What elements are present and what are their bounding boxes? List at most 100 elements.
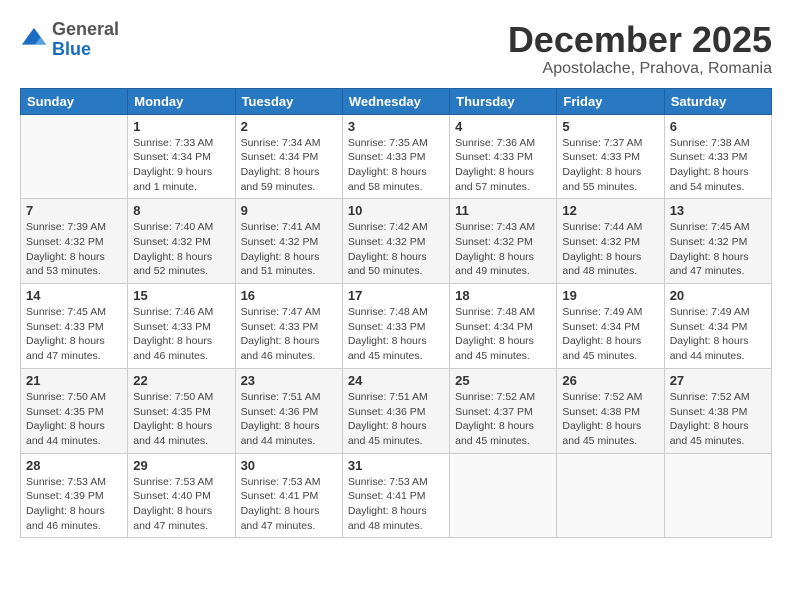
- day-number: 24: [348, 373, 444, 388]
- day-number: 11: [455, 203, 551, 218]
- day-info: Sunrise: 7:34 AMSunset: 4:34 PMDaylight:…: [241, 136, 337, 195]
- header-day-saturday: Saturday: [664, 88, 771, 114]
- day-info: Sunrise: 7:45 AMSunset: 4:33 PMDaylight:…: [26, 305, 122, 364]
- calendar-cell: 16 Sunrise: 7:47 AMSunset: 4:33 PMDayligh…: [235, 284, 342, 369]
- day-info: Sunrise: 7:47 AMSunset: 4:33 PMDaylight:…: [241, 305, 337, 364]
- day-number: 5: [562, 119, 658, 134]
- logo-general-text: General: [52, 19, 119, 39]
- calendar-cell: 26Sunrise: 7:52 AMSunset: 4:38 PMDayligh…: [557, 368, 664, 453]
- calendar-cell: [450, 453, 557, 538]
- calendar-cell: 28 Sunrise: 7:53 AMSunset: 4:39 PMDayligh…: [21, 453, 128, 538]
- day-info: Sunrise: 7:51 AMSunset: 4:36 PMDaylight:…: [241, 390, 337, 449]
- week-row-3: 14 Sunrise: 7:45 AMSunset: 4:33 PMDayligh…: [21, 284, 772, 369]
- month-title: December 2025: [508, 20, 772, 60]
- day-info: Sunrise: 7:52 AMSunset: 4:37 PMDaylight:…: [455, 390, 551, 449]
- day-info: Sunrise: 7:36 AMSunset: 4:33 PMDaylight:…: [455, 136, 551, 195]
- calendar-cell: 2 Sunrise: 7:34 AMSunset: 4:34 PMDaylight…: [235, 114, 342, 199]
- header-day-tuesday: Tuesday: [235, 88, 342, 114]
- day-info: Sunrise: 7:41 AMSunset: 4:32 PMDaylight:…: [241, 220, 337, 279]
- calendar-cell: 8Sunrise: 7:40 AMSunset: 4:32 PMDaylight…: [128, 199, 235, 284]
- day-info: Sunrise: 7:38 AMSunset: 4:33 PMDaylight:…: [670, 136, 766, 195]
- day-number: 28: [26, 458, 122, 473]
- day-number: 3: [348, 119, 444, 134]
- location-text: Apostolache, Prahova, Romania: [508, 60, 772, 78]
- calendar-cell: 5 Sunrise: 7:37 AMSunset: 4:33 PMDaylight…: [557, 114, 664, 199]
- day-info: Sunrise: 7:40 AMSunset: 4:32 PMDaylight:…: [133, 220, 229, 279]
- header-day-wednesday: Wednesday: [342, 88, 449, 114]
- calendar-cell: 30 Sunrise: 7:53 AMSunset: 4:41 PMDayligh…: [235, 453, 342, 538]
- day-info: Sunrise: 7:51 AMSunset: 4:36 PMDaylight:…: [348, 390, 444, 449]
- day-number: 23: [241, 373, 337, 388]
- calendar-cell: 14 Sunrise: 7:45 AMSunset: 4:33 PMDayligh…: [21, 284, 128, 369]
- calendar-cell: [21, 114, 128, 199]
- calendar-cell: 18Sunrise: 7:48 AMSunset: 4:34 PMDayligh…: [450, 284, 557, 369]
- header-row: SundayMondayTuesdayWednesdayThursdayFrid…: [21, 88, 772, 114]
- header-day-monday: Monday: [128, 88, 235, 114]
- day-info: Sunrise: 7:37 AMSunset: 4:33 PMDaylight:…: [562, 136, 658, 195]
- day-number: 29: [133, 458, 229, 473]
- day-number: 9: [241, 203, 337, 218]
- calendar-cell: [557, 453, 664, 538]
- day-number: 7: [26, 203, 122, 218]
- calendar-cell: 6 Sunrise: 7:38 AMSunset: 4:33 PMDaylight…: [664, 114, 771, 199]
- day-number: 20: [670, 288, 766, 303]
- day-number: 30: [241, 458, 337, 473]
- header-day-thursday: Thursday: [450, 88, 557, 114]
- day-info: Sunrise: 7:50 AMSunset: 4:35 PMDaylight:…: [26, 390, 122, 449]
- week-row-1: 1 Sunrise: 7:33 AMSunset: 4:34 PMDaylight…: [21, 114, 772, 199]
- week-row-4: 21Sunrise: 7:50 AMSunset: 4:35 PMDayligh…: [21, 368, 772, 453]
- calendar-cell: 1 Sunrise: 7:33 AMSunset: 4:34 PMDaylight…: [128, 114, 235, 199]
- day-number: 12: [562, 203, 658, 218]
- day-info: Sunrise: 7:39 AMSunset: 4:32 PMDaylight:…: [26, 220, 122, 279]
- day-info: Sunrise: 7:45 AMSunset: 4:32 PMDaylight:…: [670, 220, 766, 279]
- day-info: Sunrise: 7:43 AMSunset: 4:32 PMDaylight:…: [455, 220, 551, 279]
- day-info: Sunrise: 7:35 AMSunset: 4:33 PMDaylight:…: [348, 136, 444, 195]
- day-number: 14: [26, 288, 122, 303]
- day-number: 26: [562, 373, 658, 388]
- title-block: December 2025 Apostolache, Prahova, Roma…: [508, 20, 772, 78]
- header-day-friday: Friday: [557, 88, 664, 114]
- day-info: Sunrise: 7:42 AMSunset: 4:32 PMDaylight:…: [348, 220, 444, 279]
- calendar-cell: 7 Sunrise: 7:39 AMSunset: 4:32 PMDaylight…: [21, 199, 128, 284]
- day-number: 16: [241, 288, 337, 303]
- week-row-2: 7 Sunrise: 7:39 AMSunset: 4:32 PMDaylight…: [21, 199, 772, 284]
- day-number: 10: [348, 203, 444, 218]
- calendar-cell: 11 Sunrise: 7:43 AMSunset: 4:32 PMDayligh…: [450, 199, 557, 284]
- day-info: Sunrise: 7:50 AMSunset: 4:35 PMDaylight:…: [133, 390, 229, 449]
- calendar-cell: 19 Sunrise: 7:49 AMSunset: 4:34 PMDayligh…: [557, 284, 664, 369]
- day-info: Sunrise: 7:46 AMSunset: 4:33 PMDaylight:…: [133, 305, 229, 364]
- day-number: 25: [455, 373, 551, 388]
- day-info: Sunrise: 7:49 AMSunset: 4:34 PMDaylight:…: [562, 305, 658, 364]
- day-number: 31: [348, 458, 444, 473]
- day-number: 18: [455, 288, 551, 303]
- calendar-cell: 10 Sunrise: 7:42 AMSunset: 4:32 PMDayligh…: [342, 199, 449, 284]
- day-number: 19: [562, 288, 658, 303]
- day-number: 13: [670, 203, 766, 218]
- logo-icon: [20, 26, 48, 54]
- day-number: 22: [133, 373, 229, 388]
- calendar-cell: 9 Sunrise: 7:41 AMSunset: 4:32 PMDaylight…: [235, 199, 342, 284]
- day-number: 1: [133, 119, 229, 134]
- calendar-cell: 24 Sunrise: 7:51 AMSunset: 4:36 PMDayligh…: [342, 368, 449, 453]
- calendar-cell: 20Sunrise: 7:49 AMSunset: 4:34 PMDayligh…: [664, 284, 771, 369]
- day-info: Sunrise: 7:48 AMSunset: 4:33 PMDaylight:…: [348, 305, 444, 364]
- calendar-cell: 25 Sunrise: 7:52 AMSunset: 4:37 PMDayligh…: [450, 368, 557, 453]
- logo-text: General Blue: [52, 20, 119, 60]
- day-info: Sunrise: 7:33 AMSunset: 4:34 PMDaylight:…: [133, 136, 229, 195]
- day-info: Sunrise: 7:53 AMSunset: 4:41 PMDaylight:…: [241, 475, 337, 534]
- day-number: 6: [670, 119, 766, 134]
- calendar-cell: 22 Sunrise: 7:50 AMSunset: 4:35 PMDayligh…: [128, 368, 235, 453]
- day-number: 15: [133, 288, 229, 303]
- day-info: Sunrise: 7:53 AMSunset: 4:41 PMDaylight:…: [348, 475, 444, 534]
- calendar-cell: 15 Sunrise: 7:46 AMSunset: 4:33 PMDayligh…: [128, 284, 235, 369]
- day-number: 2: [241, 119, 337, 134]
- calendar-cell: 21Sunrise: 7:50 AMSunset: 4:35 PMDayligh…: [21, 368, 128, 453]
- calendar-cell: 12 Sunrise: 7:44 AMSunset: 4:32 PMDayligh…: [557, 199, 664, 284]
- calendar-cell: 17 Sunrise: 7:48 AMSunset: 4:33 PMDayligh…: [342, 284, 449, 369]
- day-number: 17: [348, 288, 444, 303]
- day-info: Sunrise: 7:53 AMSunset: 4:39 PMDaylight:…: [26, 475, 122, 534]
- day-info: Sunrise: 7:44 AMSunset: 4:32 PMDaylight:…: [562, 220, 658, 279]
- calendar-cell: 29Sunrise: 7:53 AMSunset: 4:40 PMDayligh…: [128, 453, 235, 538]
- page-header: General Blue December 2025 Apostolache, …: [20, 20, 772, 78]
- calendar-cell: 27Sunrise: 7:52 AMSunset: 4:38 PMDayligh…: [664, 368, 771, 453]
